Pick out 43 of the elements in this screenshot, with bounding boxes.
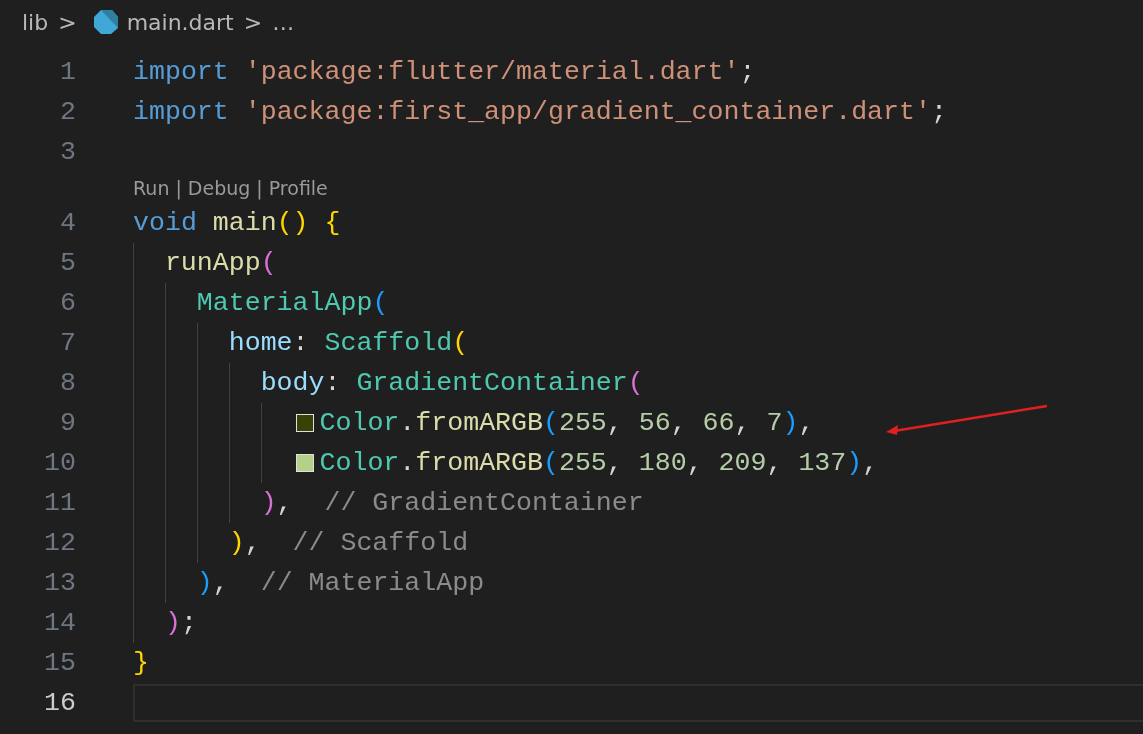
codelens-link[interactable]: Profile xyxy=(268,176,328,199)
line-number: 12 xyxy=(43,528,76,558)
code-line: import 'package:flutter/material.dart'; xyxy=(133,57,756,87)
line-number: 2 xyxy=(59,97,76,127)
line-number: 8 xyxy=(59,368,76,398)
line-number: 9 xyxy=(59,408,76,438)
code-line: } xyxy=(133,648,149,678)
line-number: 14 xyxy=(43,608,76,638)
code-line: ), // MaterialApp xyxy=(196,568,485,598)
code-line: home: Scaffold( xyxy=(228,328,469,358)
line-number: 7 xyxy=(59,328,76,358)
code-line: ), // GradientContainer xyxy=(260,488,644,518)
codelens-separator: | xyxy=(175,176,182,199)
code-line: body: GradientContainer( xyxy=(260,368,644,398)
code-line: Color.fromARGB(255, 56, 66, 7), xyxy=(319,408,815,438)
line-number: 16 xyxy=(43,688,76,718)
codelens-link[interactable]: Run xyxy=(133,176,170,199)
code-line: runApp( xyxy=(164,248,277,278)
chevron-separator: > xyxy=(58,9,77,35)
code-line: ); xyxy=(164,608,197,638)
codelens-separator: | xyxy=(256,176,263,199)
code-line: ), // Scaffold xyxy=(228,528,469,558)
line-number: 13 xyxy=(43,568,76,598)
code-line: import 'package:first_app/gradient_container.dart'; xyxy=(133,97,947,127)
breadcrumb-item[interactable]: lib xyxy=(22,9,49,35)
breadcrumb-item[interactable]: main.dart xyxy=(126,9,234,35)
line-number: 4 xyxy=(59,208,76,238)
line-number: 15 xyxy=(43,648,76,678)
line-number: 3 xyxy=(59,137,76,167)
code-line: MaterialApp( xyxy=(196,288,389,318)
line-number: 10 xyxy=(43,448,76,478)
codelens-link[interactable]: Debug xyxy=(187,176,251,199)
line-number: 1 xyxy=(59,57,76,87)
chevron-separator: > xyxy=(243,9,263,35)
line-number: 11 xyxy=(43,488,76,518)
code-line: Color.fromARGB(255, 180, 209, 137), xyxy=(319,448,879,478)
breadcrumb-item[interactable]: … xyxy=(272,9,295,35)
code-line: void main() { xyxy=(133,208,341,238)
color-swatch-icon[interactable] xyxy=(295,454,314,472)
line-number: 5 xyxy=(59,248,76,278)
line-number: 6 xyxy=(59,288,76,318)
color-swatch-icon[interactable] xyxy=(295,414,314,432)
dart-file-icon xyxy=(92,9,119,35)
